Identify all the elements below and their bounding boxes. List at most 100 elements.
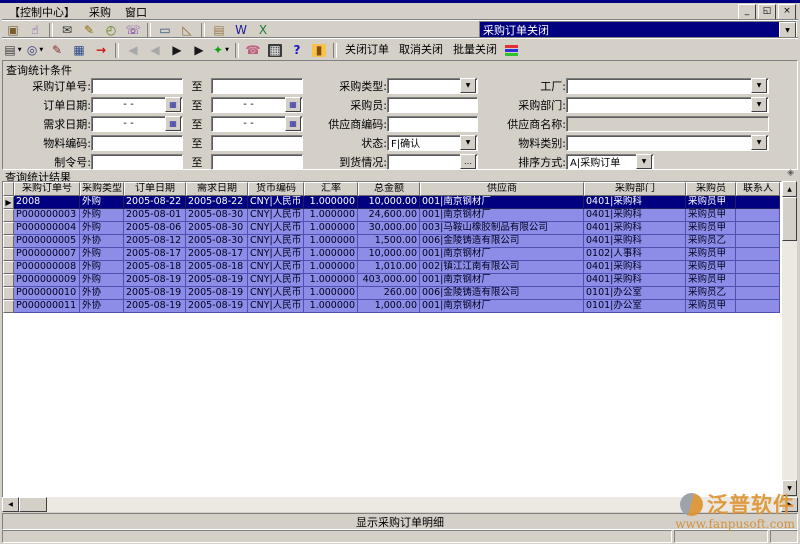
nav-next-icon[interactable]: ▶: [167, 41, 187, 60]
cell: 外购: [80, 209, 124, 222]
order-date-to-input[interactable]: - -▦: [211, 97, 303, 113]
hand-icon[interactable]: ☝: [25, 22, 45, 39]
exit-door-icon[interactable]: ▮: [309, 41, 329, 60]
order-date-row: 订单日期:- -▦至- -▦: [5, 95, 303, 114]
material-code-from-input[interactable]: [91, 135, 183, 151]
column-header[interactable]: 采购员: [686, 182, 736, 196]
status-from-input[interactable]: F|确认▼: [387, 135, 478, 151]
purchase-dept-from-input[interactable]: ▼: [566, 97, 769, 113]
print-preview-icon[interactable]: ◎▼: [25, 41, 45, 60]
menu-control-center[interactable]: 【控制中心】: [2, 3, 82, 21]
export-icon[interactable]: →: [91, 41, 111, 60]
nav-last-icon[interactable]: ▶: [189, 41, 209, 60]
column-header[interactable]: 供应商: [420, 182, 584, 196]
calendar-icon[interactable]: ▦: [165, 97, 181, 112]
table-row[interactable]: P000000005外协2005-08-122005-08-30CNY|人民币1…: [3, 235, 780, 248]
column-header[interactable]: 采购类型: [80, 182, 124, 196]
factory-from-input[interactable]: ▼: [566, 78, 769, 94]
clock-globe-icon[interactable]: ◴: [101, 22, 121, 39]
grid-view-icon[interactable]: ▦: [69, 41, 89, 60]
po-number-from-input[interactable]: [91, 78, 183, 94]
column-header[interactable]: 联系人: [736, 182, 780, 196]
chevron-down-icon[interactable]: ▼: [751, 78, 767, 93]
batch-close-button[interactable]: 批量关闭: [448, 41, 502, 59]
watermark-brand: 泛普软件: [707, 489, 795, 519]
column-header[interactable]: 采购订单号: [14, 182, 80, 196]
run-icon[interactable]: ✦▼: [211, 41, 231, 60]
chevron-down-icon[interactable]: ▼: [460, 135, 476, 150]
po-number-to-input[interactable]: [211, 78, 303, 94]
scroll-left-icon[interactable]: ◀: [2, 497, 19, 512]
column-header[interactable]: 总金额: [358, 182, 420, 196]
column-header[interactable]: 订单日期: [124, 182, 186, 196]
ellipsis-button[interactable]: …: [460, 154, 476, 169]
table-row[interactable]: P000000010外协2005-08-192005-08-19CNY|人民币1…: [3, 287, 780, 300]
toolbar-separator: [147, 23, 151, 38]
table-row[interactable]: P000000011外协2005-08-192005-08-19CNY|人民币1…: [3, 300, 780, 313]
vertical-scrollbar[interactable]: ▲ ▼: [782, 181, 797, 496]
column-header[interactable]: 需求日期: [186, 182, 248, 196]
bottom-panel-2: [674, 530, 768, 543]
cell: [736, 248, 780, 261]
phone-icon[interactable]: ☏: [123, 22, 143, 39]
computer-icon[interactable]: ▭: [155, 22, 175, 39]
menu-window[interactable]: 窗口: [118, 3, 154, 21]
ruler-icon[interactable]: ◺: [177, 22, 197, 39]
close-order-button[interactable]: 关闭订单: [340, 41, 394, 59]
cell: 10,000.00: [358, 196, 420, 209]
cell: 2008: [14, 196, 80, 209]
close-button[interactable]: ×: [778, 4, 796, 20]
column-header[interactable]: 采购部门: [584, 182, 686, 196]
mail-icon[interactable]: ✉: [57, 22, 77, 39]
chevron-down-icon[interactable]: ▼: [779, 22, 796, 38]
demand-date-from-input-value: - -: [92, 118, 165, 129]
minimize-button[interactable]: _: [738, 4, 756, 20]
scroll-thumb-h[interactable]: [19, 497, 47, 512]
table-row[interactable]: P000000008外购2005-08-182005-08-18CNY|人民币1…: [3, 261, 780, 274]
excel-doc-icon[interactable]: X: [253, 22, 273, 39]
scroll-thumb[interactable]: [782, 197, 797, 241]
document-edit-icon[interactable]: ✎: [79, 22, 99, 39]
table-row[interactable]: P000000009外购2005-08-192005-08-19CNY|人民币1…: [3, 274, 780, 287]
factory-label: 工厂:: [478, 78, 566, 94]
table-row[interactable]: P000000007外购2005-08-172005-08-17CNY|人民币1…: [3, 248, 780, 261]
restore-button[interactable]: ◱: [758, 4, 776, 20]
chevron-down-icon[interactable]: ▼: [751, 135, 767, 150]
material-code-to-input[interactable]: [211, 135, 303, 151]
table-row[interactable]: P000000004外购2005-08-062005-08-30CNY|人民币1…: [3, 222, 780, 235]
table-row[interactable]: P000000003外购2005-08-012005-08-30CNY|人民币1…: [3, 209, 780, 222]
exit-door-icon: ▮: [312, 44, 326, 57]
purchase-type-from-input[interactable]: ▼: [387, 78, 478, 94]
column-header[interactable]: 货币编码: [248, 182, 304, 196]
help-icon[interactable]: ?: [287, 41, 307, 60]
demand-date-to-input[interactable]: - -▦: [211, 116, 303, 132]
chevron-down-icon[interactable]: ▼: [460, 78, 476, 93]
order-date-from-input[interactable]: - -▦: [91, 97, 183, 113]
nav-first-icon[interactable]: ◀: [123, 41, 143, 60]
supplier-code-from-input[interactable]: [387, 116, 478, 132]
scroll-up-icon[interactable]: ▲: [782, 181, 797, 197]
column-header[interactable]: 汇率: [304, 182, 358, 196]
chevron-down-icon[interactable]: ▼: [636, 154, 652, 169]
word-doc-icon[interactable]: W: [231, 22, 251, 39]
edit-icon[interactable]: ✎: [47, 41, 67, 60]
cell: 1.000000: [304, 209, 358, 222]
demand-date-from-input[interactable]: - -▦: [91, 116, 183, 132]
table-row[interactable]: ▶2008外购2005-08-222005-08-22CNY|人民币1.0000…: [3, 196, 780, 209]
contact-phone-icon[interactable]: ☎: [243, 41, 263, 60]
toolbar-actions: ▤▼◎▼✎▦→◀◀▶▶✦▼☎▦?▮关闭订单取消关闭批量关闭: [2, 38, 798, 61]
print-icon[interactable]: ▤▼: [3, 41, 23, 60]
nav-prev-icon[interactable]: ◀: [145, 41, 165, 60]
supplier-code-row: 供应商编码:: [299, 114, 478, 133]
cancel-close-button[interactable]: 取消关闭: [394, 41, 448, 59]
report-combobox[interactable]: 采购订单关闭 ▼: [479, 21, 797, 39]
buyer-from-input[interactable]: [387, 97, 478, 113]
grid-menu-icon[interactable]: ◈: [787, 168, 794, 178]
chevron-down-icon[interactable]: ▼: [751, 97, 767, 112]
calendar-icon[interactable]: ▦: [165, 116, 181, 131]
calculator-icon[interactable]: ▦: [265, 41, 285, 60]
workspace-icon[interactable]: ▣: [3, 22, 23, 39]
menu-purchase[interactable]: 采购: [82, 3, 118, 21]
material-category-from-input[interactable]: ▼: [566, 135, 769, 151]
report-card-icon[interactable]: ▤: [209, 22, 229, 39]
